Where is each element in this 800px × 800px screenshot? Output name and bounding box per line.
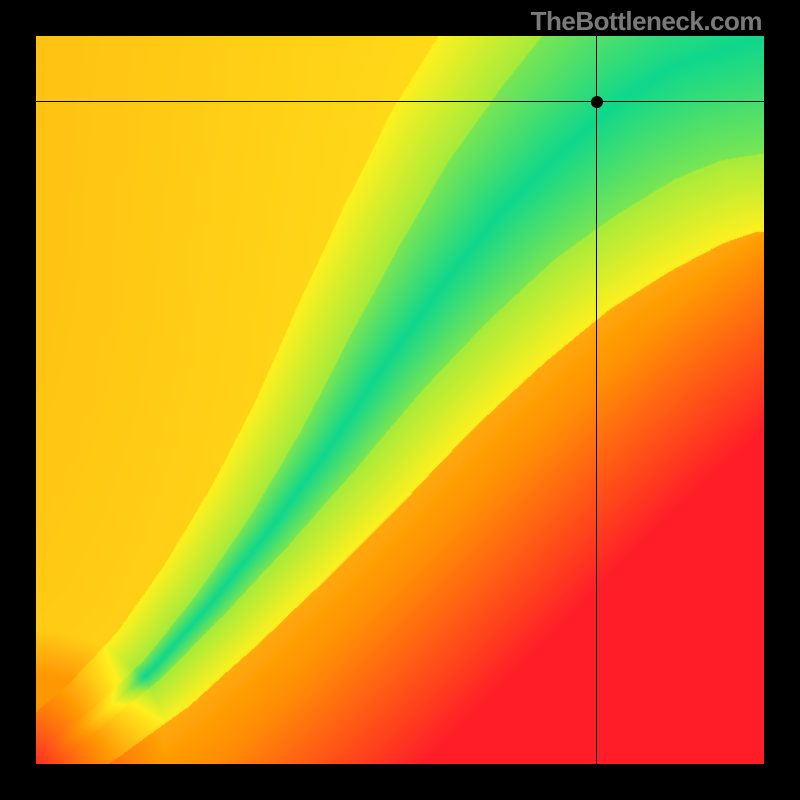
crosshair-vertical <box>596 36 597 764</box>
heatmap-canvas <box>36 36 764 764</box>
selection-marker <box>591 96 603 108</box>
watermark-label: TheBottleneck.com <box>531 6 762 37</box>
chart-frame: TheBottleneck.com <box>0 0 800 800</box>
crosshair-horizontal <box>36 101 764 102</box>
plot-area <box>36 36 764 764</box>
